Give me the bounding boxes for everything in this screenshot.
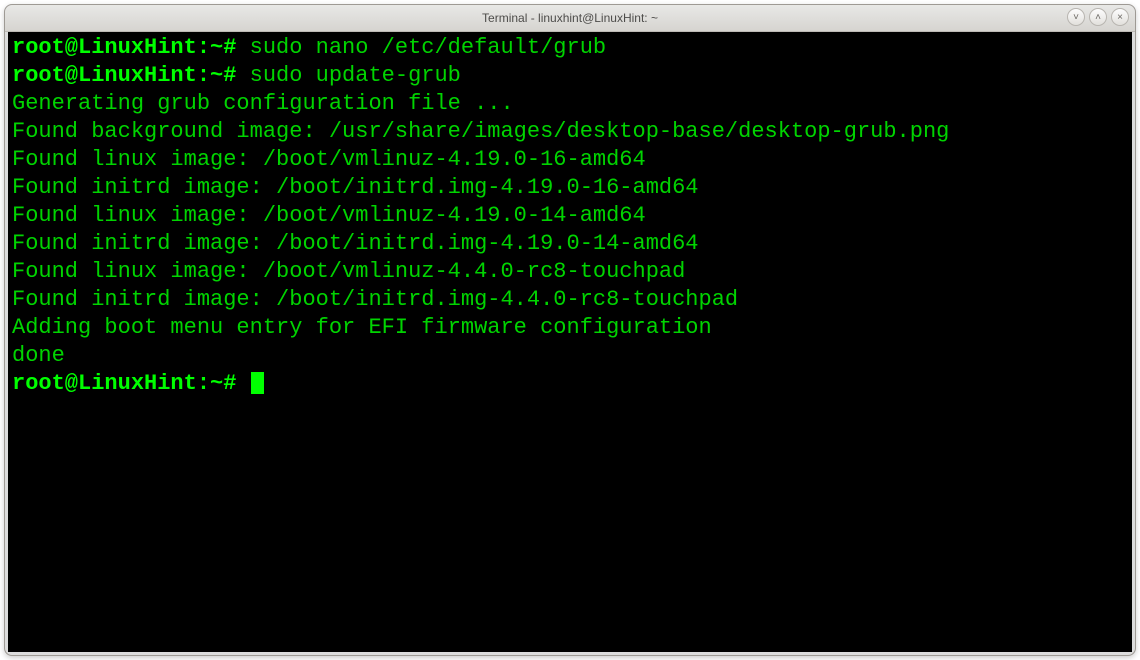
command-line: sudo update-grub [250, 63, 461, 88]
output-line: Found linux image: /boot/vmlinuz-4.19.0-… [12, 147, 646, 172]
output-line: Found initrd image: /boot/initrd.img-4.1… [12, 175, 699, 200]
prompt: root@LinuxHint:~# [12, 35, 250, 60]
output-line: Found linux image: /boot/vmlinuz-4.4.0-r… [12, 259, 685, 284]
terminal-area[interactable]: root@LinuxHint:~# sudo nano /etc/default… [8, 32, 1132, 652]
output-line: Found background image: /usr/share/image… [12, 119, 949, 144]
output-line: done [12, 343, 65, 368]
minimize-button[interactable]: ˅ [1067, 8, 1085, 26]
output-line: Found initrd image: /boot/initrd.img-4.4… [12, 287, 738, 312]
cursor-icon [251, 372, 264, 394]
maximize-button[interactable]: ˄ [1089, 8, 1107, 26]
window-title: Terminal - linuxhint@LinuxHint: ~ [5, 11, 1135, 25]
output-line: Found linux image: /boot/vmlinuz-4.19.0-… [12, 203, 646, 228]
output-line: Adding boot menu entry for EFI firmware … [12, 315, 712, 340]
prompt: root@LinuxHint:~# [12, 63, 250, 88]
prompt: root@LinuxHint:~# [12, 371, 250, 396]
output-line: Found initrd image: /boot/initrd.img-4.1… [12, 231, 699, 256]
output-line: Generating grub configuration file ... [12, 91, 514, 116]
titlebar[interactable]: Terminal - linuxhint@LinuxHint: ~ ˅ ˄ × [5, 5, 1135, 32]
close-button[interactable]: × [1111, 8, 1129, 26]
command-line: sudo nano /etc/default/grub [250, 35, 606, 60]
terminal-window: Terminal - linuxhint@LinuxHint: ~ ˅ ˄ × … [4, 4, 1136, 656]
window-controls: ˅ ˄ × [1067, 8, 1129, 26]
